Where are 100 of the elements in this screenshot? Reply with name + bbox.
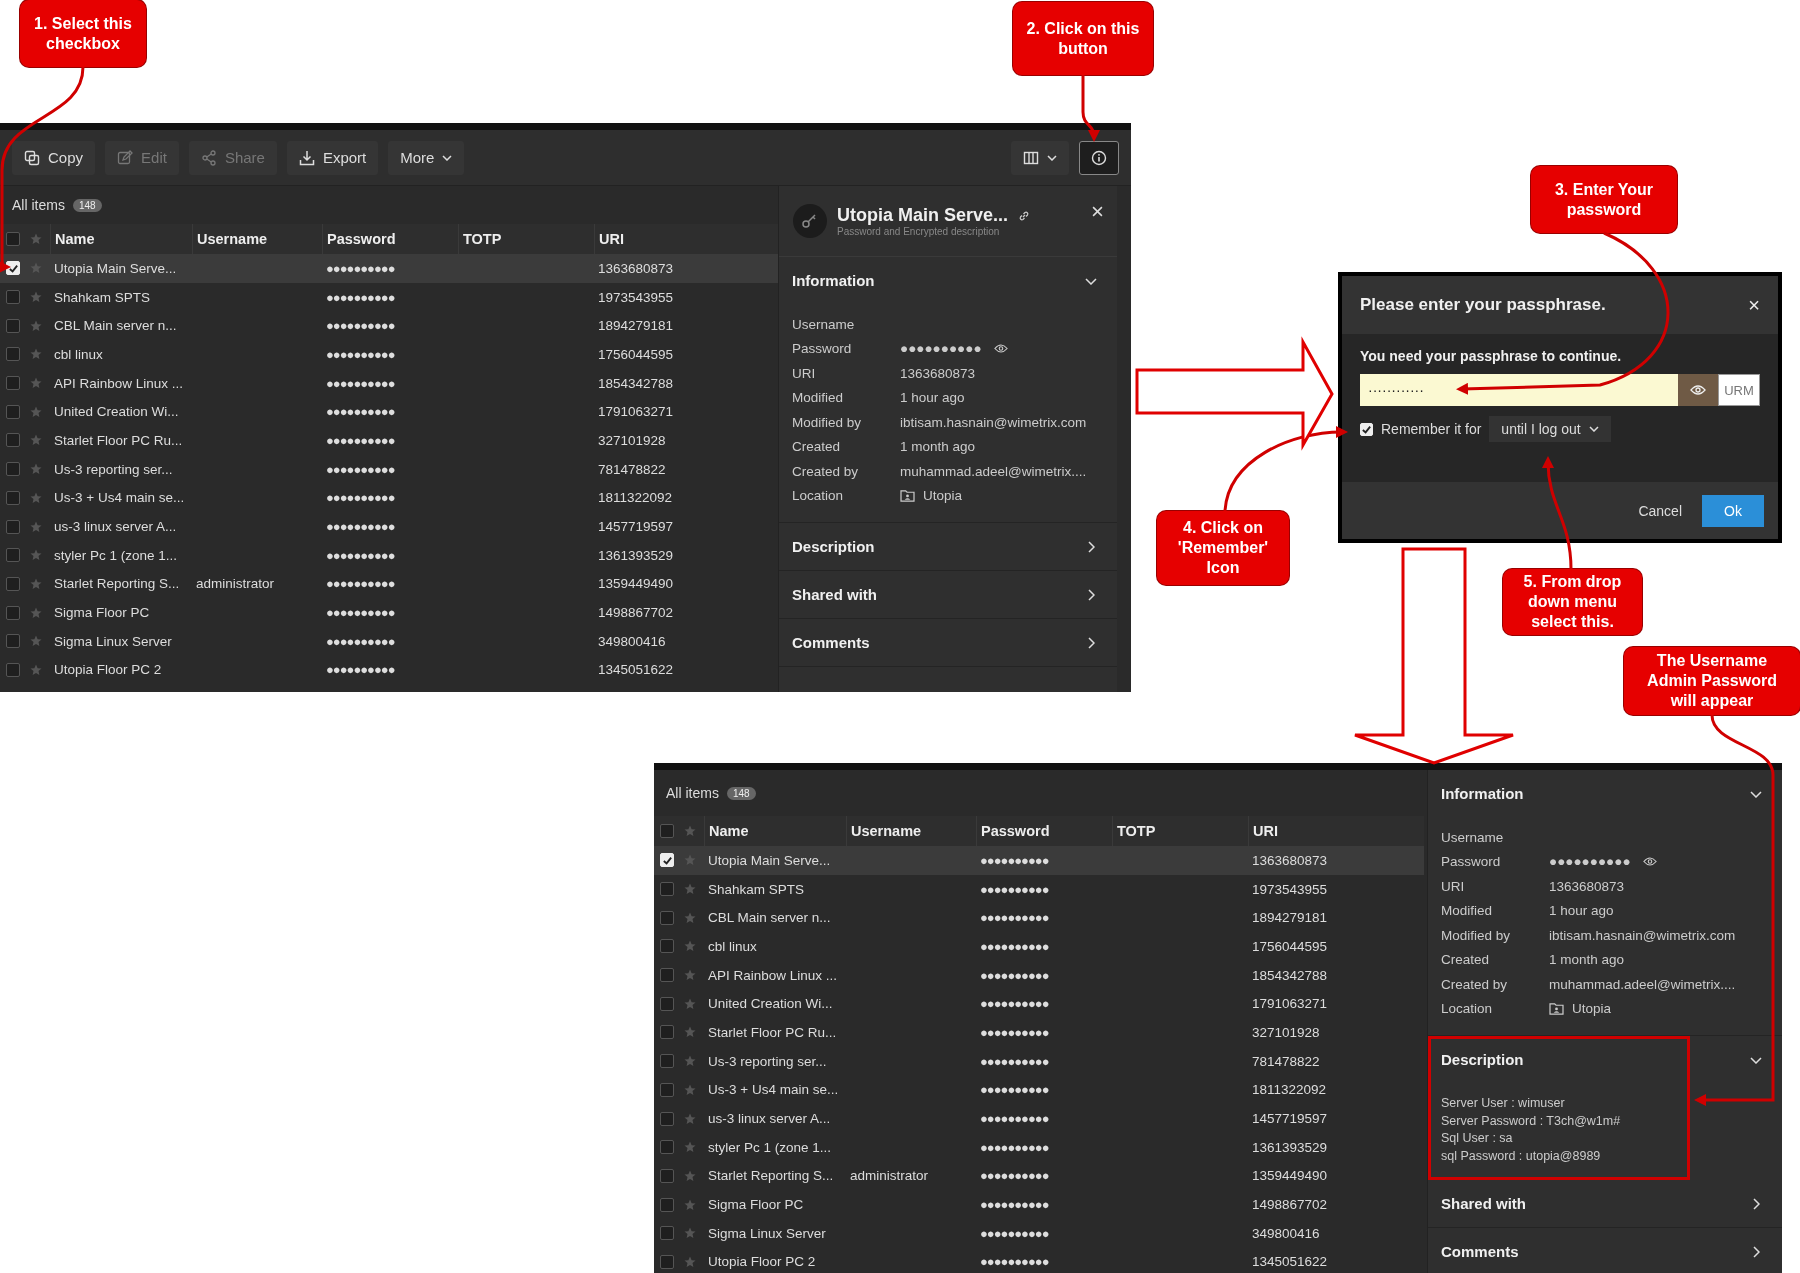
chevron-icon[interactable] (1085, 276, 1097, 285)
row-checkbox[interactable] (6, 662, 20, 677)
table-row[interactable]: Starlet Floor PC Ru... ●●●●●●●●●● 327101928 (0, 426, 778, 455)
row-checkbox[interactable] (660, 939, 674, 954)
star-icon[interactable] (30, 577, 42, 590)
show-password-button[interactable] (1678, 374, 1718, 406)
row-checkbox[interactable] (660, 1197, 674, 1212)
star-icon[interactable] (30, 291, 42, 304)
section-title[interactable]: Shared with (1441, 1195, 1526, 1212)
row-checkbox[interactable] (6, 462, 20, 477)
star-icon[interactable] (30, 491, 42, 504)
star-icon[interactable] (684, 1055, 696, 1068)
eye-icon[interactable] (1642, 856, 1657, 868)
row-checkbox[interactable] (660, 1082, 674, 1097)
close-button[interactable]: × (1744, 293, 1764, 317)
row-checkbox[interactable] (6, 318, 20, 333)
section-title[interactable]: Shared with (792, 586, 877, 603)
table-row[interactable]: Us-3 + Us4 main se... ●●●●●●●●●● 1811322092 (0, 483, 778, 513)
column-view-button[interactable] (1011, 140, 1069, 175)
link-icon[interactable] (1018, 209, 1031, 222)
table-row[interactable]: Sigma Linux Server ●●●●●●●●●● 349800416 (654, 1218, 1424, 1248)
table-row[interactable]: API Rainbow Linux ... ●●●●●●●●●● 1854342788 (0, 368, 778, 398)
table-row[interactable]: Utopia Floor PC 2 ●●●●●●●●●● 1345051622 (0, 655, 778, 685)
info-button[interactable] (1079, 140, 1119, 175)
row-checkbox[interactable] (660, 882, 674, 897)
chevron-icon[interactable] (1087, 540, 1095, 553)
table-row[interactable]: Us-3 + Us4 main se... ●●●●●●●●●● 1811322092 (654, 1075, 1424, 1105)
row-checkbox[interactable] (660, 1226, 674, 1241)
remember-checkbox[interactable] (1360, 422, 1373, 436)
table-row[interactable]: United Creation Wi... ●●●●●●●●●● 1791063271 (654, 989, 1424, 1019)
duration-dropdown[interactable]: until I log out (1489, 416, 1611, 442)
table-row[interactable]: cbl linux ●●●●●●●●●● 1756044595 (0, 340, 778, 369)
table-row[interactable]: Starlet Reporting S... administrator ●●●●●●●●●● 1359449490 (0, 569, 778, 599)
star-icon[interactable] (684, 1141, 696, 1154)
table-row[interactable]: Sigma Floor PC ●●●●●●●●●● 1498867702 (0, 598, 778, 627)
star-icon[interactable] (30, 377, 42, 390)
table-row[interactable]: styler Pc 1 (zone 1... ●●●●●●●●●● 1361393529 (654, 1132, 1424, 1162)
row-checkbox[interactable] (660, 910, 674, 925)
extension-badge[interactable]: URM (1718, 374, 1760, 406)
star-icon[interactable] (30, 463, 42, 476)
star-icon[interactable] (30, 319, 42, 332)
chevron-icon[interactable] (1087, 588, 1095, 601)
table-row[interactable]: Us-3 reporting ser... ●●●●●●●●●● 781478822 (654, 1046, 1424, 1076)
section-title[interactable]: Information (792, 272, 875, 289)
row-checkbox[interactable] (660, 1111, 674, 1126)
star-icon[interactable] (30, 262, 42, 275)
row-checkbox[interactable] (6, 634, 20, 649)
chevron-icon[interactable] (1750, 1055, 1762, 1064)
table-row[interactable]: Utopia Main Serve... ●●●●●●●●●● 1363680873 (654, 846, 1424, 875)
chevron-icon[interactable] (1750, 789, 1762, 798)
table-row[interactable]: Starlet Reporting S... administrator ●●●●●●●●●● 1359449490 (654, 1161, 1424, 1191)
table-row[interactable]: styler Pc 1 (zone 1... ●●●●●●●●●● 1361393529 (0, 540, 778, 570)
table-row[interactable]: CBL Main server n... ●●●●●●●●●● 1894279181 (654, 903, 1424, 933)
star-icon[interactable] (30, 635, 42, 648)
star-icon[interactable] (684, 911, 696, 924)
row-checkbox[interactable] (660, 1140, 674, 1155)
row-checkbox[interactable] (6, 605, 20, 620)
table-row[interactable]: us-3 linux server A... ●●●●●●●●●● 1457719597 (654, 1104, 1424, 1133)
star-icon[interactable] (684, 969, 696, 982)
row-checkbox[interactable] (660, 1254, 674, 1269)
row-checkbox[interactable] (660, 996, 674, 1011)
star-icon[interactable] (684, 1255, 696, 1268)
star-icon[interactable] (30, 520, 42, 533)
passphrase-field[interactable]: ············ (1360, 374, 1678, 406)
star-icon[interactable] (684, 940, 696, 953)
star-icon[interactable] (30, 606, 42, 619)
cancel-button[interactable]: Cancel (1632, 501, 1688, 520)
row-checkbox[interactable] (6, 433, 20, 448)
section-title[interactable]: Comments (792, 634, 870, 651)
star-icon[interactable] (684, 1026, 696, 1039)
star-icon[interactable] (684, 1112, 696, 1125)
table-row[interactable]: API Rainbow Linux ... ●●●●●●●●●● 1854342788 (654, 960, 1424, 990)
star-icon[interactable] (684, 997, 696, 1010)
row-checkbox[interactable] (660, 1168, 674, 1183)
table-row[interactable]: us-3 linux server A... ●●●●●●●●●● 1457719597 (0, 512, 778, 541)
row-checkbox[interactable] (660, 1025, 674, 1040)
row-checkbox[interactable] (660, 1054, 674, 1069)
eye-icon[interactable] (993, 343, 1008, 355)
section-title[interactable]: Comments (1441, 1243, 1519, 1260)
chevron-icon[interactable] (1087, 636, 1095, 649)
row-checkbox[interactable] (6, 376, 20, 391)
star-icon[interactable] (30, 348, 42, 361)
row-checkbox[interactable] (6, 404, 20, 419)
table-row[interactable]: Shahkam SPTS ●●●●●●●●●● 1973543955 (654, 874, 1424, 904)
table-row[interactable]: Starlet Floor PC Ru... ●●●●●●●●●● 327101928 (654, 1018, 1424, 1047)
row-checkbox[interactable] (6, 548, 20, 563)
star-icon[interactable] (684, 854, 696, 867)
select-all-checkbox[interactable] (660, 824, 674, 838)
star-icon[interactable] (684, 883, 696, 896)
table-row[interactable]: Utopia Main Serve... ●●●●●●●●●● 1363680873 (0, 254, 778, 283)
star-icon[interactable] (30, 405, 42, 418)
table-row[interactable]: Sigma Linux Server ●●●●●●●●●● 349800416 (0, 626, 778, 656)
close-icon[interactable] (1092, 206, 1103, 217)
toolbar-button[interactable]: Copy (12, 140, 96, 175)
table-row[interactable]: CBL Main server n... ●●●●●●●●●● 1894279181 (0, 311, 778, 341)
star-icon[interactable] (684, 1198, 696, 1211)
row-checkbox[interactable] (6, 519, 20, 534)
star-icon[interactable] (30, 663, 42, 676)
section-title[interactable]: Description (792, 538, 875, 555)
select-all-checkbox[interactable] (6, 232, 20, 246)
